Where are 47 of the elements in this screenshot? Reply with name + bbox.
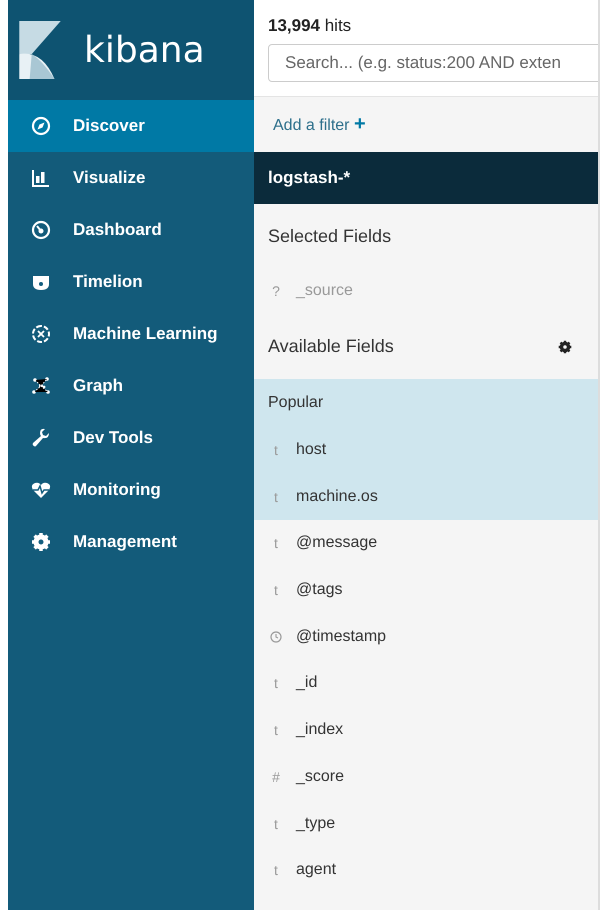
- wrench-icon: [31, 428, 51, 448]
- settings-icon[interactable]: [558, 340, 572, 354]
- nav-item[interactable]: Timelion: [8, 256, 254, 308]
- logo-text: kibana: [84, 30, 205, 70]
- field-name[interactable]: @timestamp: [296, 628, 386, 646]
- field-name[interactable]: host: [296, 441, 326, 460]
- clock-icon: [270, 630, 282, 643]
- field-type-glyph: #: [271, 768, 281, 785]
- gauge-icon: [31, 220, 51, 240]
- graph-nodes-icon: [31, 376, 51, 396]
- field-type-glyph: t: [273, 582, 279, 598]
- group-label: Popular: [267, 392, 324, 413]
- nav-item[interactable]: Dashboard: [8, 204, 254, 256]
- nav-item[interactable]: Graph: [8, 360, 254, 412]
- field-type-glyph: t: [273, 675, 279, 692]
- add-filter-link[interactable]: Add a filter +: [273, 113, 366, 136]
- section-title: Available Fields: [268, 336, 394, 358]
- field-name[interactable]: _type: [296, 814, 336, 833]
- nav-item[interactable]: Visualize: [8, 152, 254, 204]
- bar-chart-icon: [31, 168, 51, 188]
- section-title: Selected Fields: [267, 224, 392, 248]
- field-type-glyph: t: [273, 442, 279, 458]
- index-pattern-header[interactable]: logstash-*: [254, 152, 598, 204]
- nav-item[interactable]: Discover: [8, 100, 254, 152]
- field-type-glyph: t: [273, 862, 279, 878]
- field-name[interactable]: agent: [296, 861, 336, 880]
- kibana-logo-icon: [18, 21, 62, 79]
- hit-count: 13,994 hits: [268, 16, 352, 36]
- field-type-glyph: t: [273, 488, 279, 505]
- nav-item[interactable]: Monitoring: [8, 464, 254, 516]
- field-name[interactable]: _id: [296, 674, 318, 692]
- heartbeat-icon: [31, 480, 51, 500]
- nav-item[interactable]: Dev Tools: [8, 412, 254, 464]
- field-name[interactable]: @message: [296, 534, 378, 552]
- field-type-glyph: t: [273, 535, 279, 552]
- field-name[interactable]: _index: [296, 721, 344, 740]
- field-name[interactable]: machine.os: [296, 488, 378, 506]
- field-type-glyph: t: [273, 722, 279, 738]
- nav-item[interactable]: Management: [8, 516, 254, 568]
- field-name[interactable]: @tags: [296, 581, 342, 600]
- field-type-glyph: t: [273, 816, 279, 832]
- search-field[interactable]: Search... (e.g. status:200 AND exten: [268, 44, 598, 82]
- nav-item[interactable]: Machine Learning: [8, 308, 254, 360]
- field-name[interactable]: _score: [296, 768, 344, 786]
- gear-icon: [31, 532, 51, 552]
- field-type-glyph: ?: [271, 283, 281, 300]
- compass-icon: [31, 116, 51, 136]
